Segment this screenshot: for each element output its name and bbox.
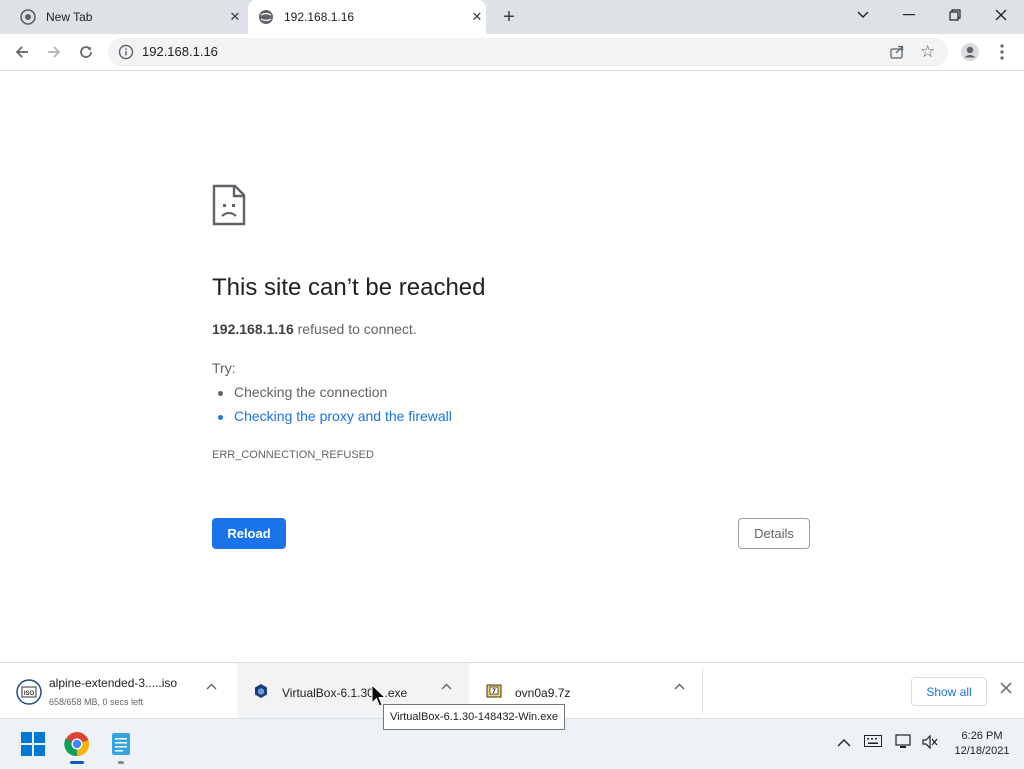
tab-title: 192.168.1.16 (284, 10, 355, 24)
close-window-button[interactable] (978, 0, 1024, 30)
summary-text: refused to connect. (293, 321, 417, 337)
shelf-divider (702, 669, 703, 713)
close-shelf-icon[interactable] (996, 681, 1016, 701)
chrome-icon (20, 9, 36, 25)
windows-start-icon[interactable] (20, 731, 46, 757)
tab-new-tab[interactable]: New Tab ✕ (10, 0, 244, 34)
reload-icon[interactable] (72, 38, 100, 66)
iso-file-icon: ISO (16, 679, 42, 705)
minimize-button[interactable] (886, 0, 932, 30)
new-tab-button[interactable]: + (498, 6, 520, 28)
notepad-taskbar-icon[interactable] (108, 731, 134, 764)
download-status: 658/658 MB, 0 secs left (49, 697, 144, 707)
chevron-up-icon[interactable] (441, 681, 452, 693)
close-tab-icon[interactable]: ✕ (468, 8, 486, 26)
volume-muted-icon[interactable] (921, 734, 939, 753)
download-name: alpine-extended-3.....iso (49, 676, 178, 690)
share-icon[interactable] (888, 43, 906, 61)
suggestion-link[interactable]: Checking the proxy and the firewall (218, 408, 452, 424)
back-button[interactable] (8, 38, 36, 66)
error-code: ERR_CONNECTION_REFUSED (212, 449, 374, 461)
tab-search-chevron-icon[interactable] (840, 0, 886, 30)
download-tooltip: VirtualBox-6.1.30-148432-Win.exe (383, 704, 565, 730)
clock-date: 12/18/2021 (954, 745, 1010, 757)
suggestion-item: Checking the connection (218, 384, 387, 400)
network-icon[interactable] (895, 734, 913, 753)
clock-time: 6:26 PM (961, 730, 1003, 742)
tab-active[interactable]: 192.168.1.16 ✕ (248, 0, 486, 34)
globe-icon (258, 9, 274, 25)
sad-page-icon (212, 184, 246, 231)
svg-text:ISO: ISO (24, 691, 35, 697)
download-name: VirtualBox-6.1.30-...exe (282, 686, 408, 700)
chevron-up-icon[interactable] (837, 734, 851, 750)
forward-button[interactable] (40, 38, 68, 66)
details-button[interactable]: Details (738, 518, 810, 549)
restore-button[interactable] (932, 0, 978, 30)
url-text: 192.168.1.16 (142, 44, 218, 59)
tab-strip: New Tab ✕ 192.168.1.16 ✕ + (0, 0, 1024, 34)
browser-toolbar: 192.168.1.16 ☆ (0, 34, 1024, 71)
error-summary: 192.168.1.16 refused to connect. (212, 321, 417, 337)
tab-title: New Tab (46, 10, 93, 24)
try-label: Try: (212, 360, 236, 376)
download-item[interactable]: ISO alpine-extended-3.....iso 658/658 MB… (0, 663, 236, 719)
info-icon[interactable] (118, 44, 134, 60)
bookmark-star-icon[interactable]: ☆ (920, 42, 935, 62)
keyboard-icon[interactable] (864, 734, 882, 750)
profile-avatar-icon[interactable] (956, 38, 984, 66)
reload-button[interactable]: Reload (212, 518, 286, 549)
show-all-button[interactable]: Show all (911, 677, 987, 706)
mouse-pointer-icon (371, 683, 387, 713)
menu-kebab-icon[interactable] (988, 38, 1016, 66)
virtualbox-icon (253, 683, 277, 707)
close-tab-icon[interactable]: ✕ (226, 8, 244, 26)
error-heading: This site can’t be reached (212, 274, 486, 301)
chevron-up-icon[interactable] (206, 681, 217, 693)
chevron-up-icon[interactable] (674, 681, 685, 693)
chrome-taskbar-icon[interactable] (64, 731, 90, 764)
address-bar[interactable]: 192.168.1.16 ☆ (108, 38, 948, 66)
download-name: ovn0a9.7z (515, 686, 571, 700)
taskbar-clock[interactable]: 6:26 PM 12/18/2021 (950, 729, 1014, 759)
host-text: 192.168.1.16 (212, 321, 294, 337)
